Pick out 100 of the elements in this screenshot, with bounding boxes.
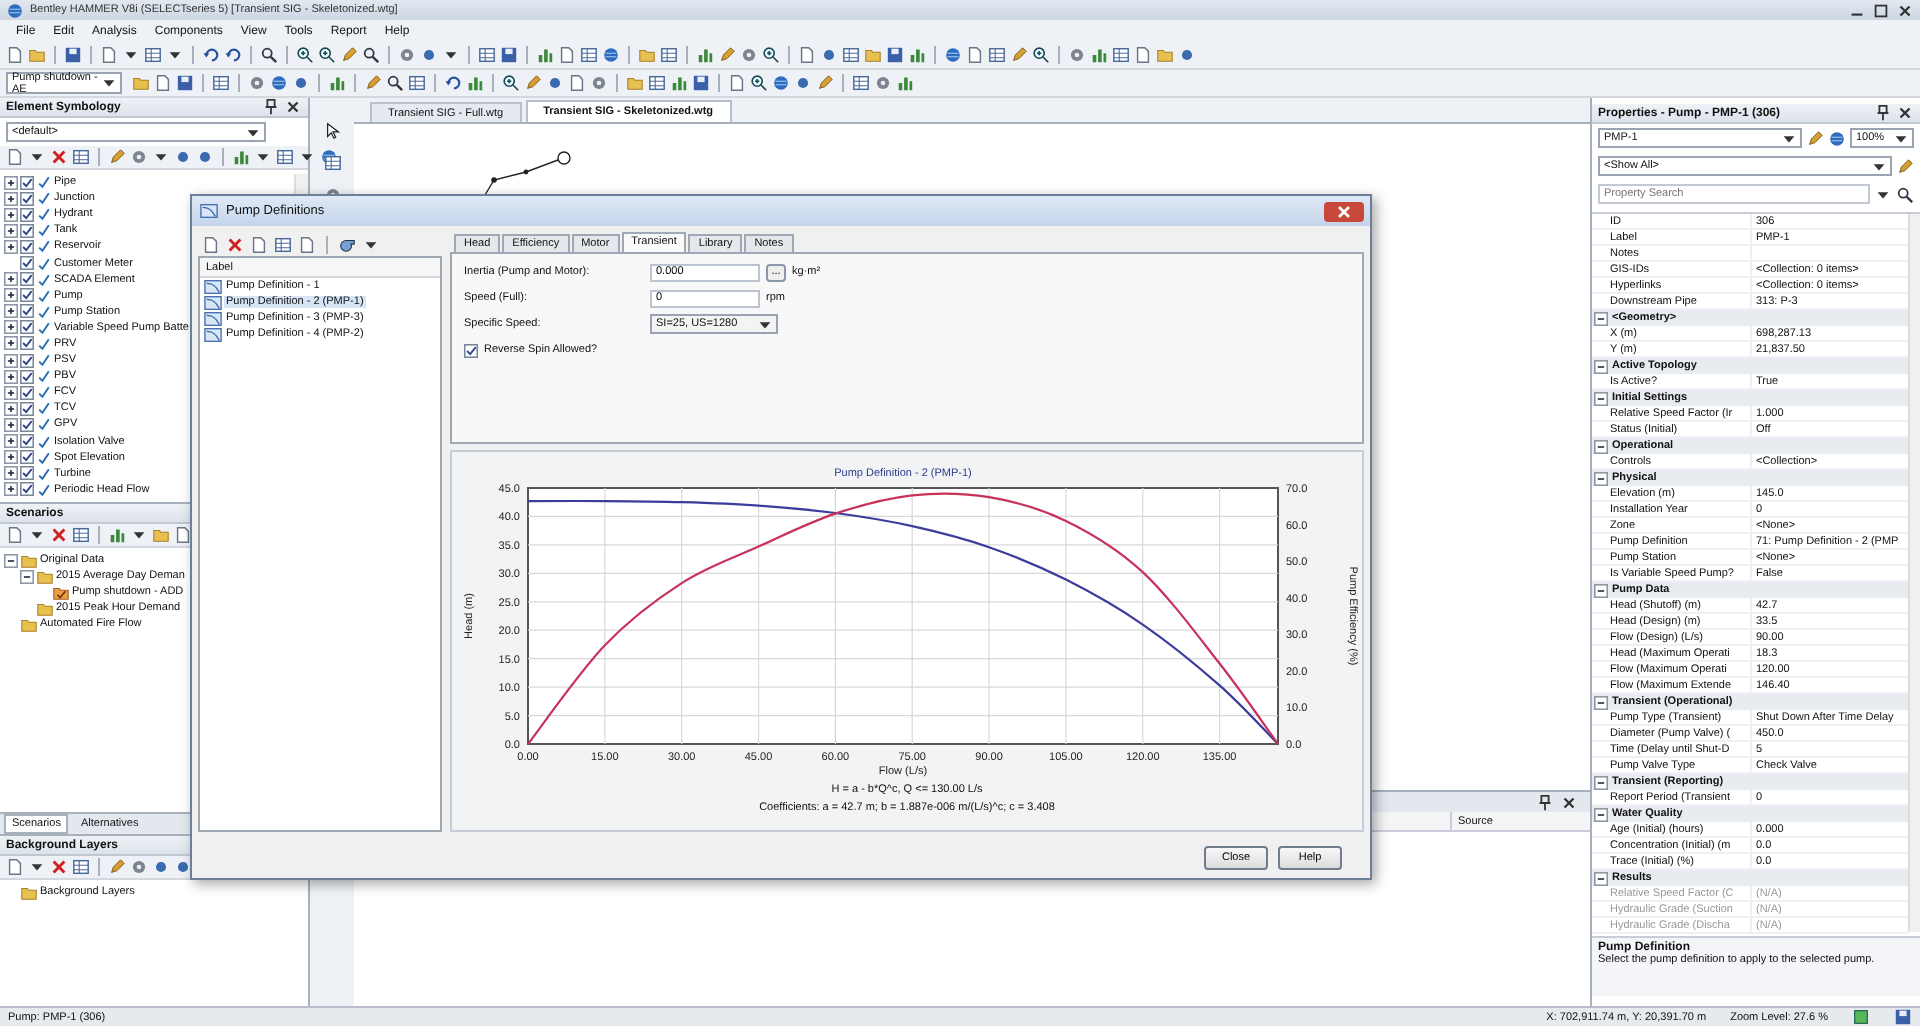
delete-icon[interactable] [50,148,68,166]
expand-icon[interactable] [4,353,18,368]
pencil-icon[interactable] [816,74,834,92]
expand-icon[interactable] [4,239,18,254]
expand-icon[interactable] [4,288,18,303]
expand-icon[interactable] [4,304,18,319]
collapse-icon[interactable] [4,553,18,568]
bar-chart-icon[interactable] [1090,46,1108,64]
checkbox[interactable] [20,450,34,465]
save-icon[interactable] [500,46,518,64]
gear-icon[interactable] [1068,46,1086,64]
close-icon[interactable] [1896,104,1914,122]
junction-icon[interactable] [546,74,564,92]
gear-icon[interactable] [248,74,266,92]
checkbox[interactable] [20,175,34,190]
scrollbar[interactable] [1908,214,1920,932]
checkbox[interactable] [20,417,34,432]
collapse-icon[interactable] [1594,311,1608,325]
expand-icon[interactable] [4,401,18,416]
table-icon[interactable] [842,46,860,64]
search-icon[interactable] [260,46,278,64]
pencil-icon[interactable] [1010,46,1028,64]
expand-icon[interactable] [4,175,18,190]
document-icon[interactable] [154,74,172,92]
pin-icon[interactable] [262,98,280,116]
table-icon[interactable] [72,148,90,166]
collapse-icon[interactable] [1594,583,1608,597]
pencil-icon[interactable] [718,46,736,64]
document-icon[interactable] [798,46,816,64]
collapse-icon[interactable] [1594,391,1608,405]
gear-icon[interactable] [130,858,148,876]
zoom-in-icon[interactable] [296,46,314,64]
document-icon[interactable] [1134,46,1152,64]
junction-icon[interactable] [420,46,438,64]
collapse-icon[interactable] [20,569,34,584]
document-icon[interactable] [100,46,118,64]
checkbox[interactable] [20,482,34,497]
close-icon[interactable] [284,98,302,116]
checkbox[interactable] [20,320,34,335]
checkbox[interactable] [20,466,34,481]
document-icon[interactable] [966,46,984,64]
bar-chart-icon[interactable] [108,526,126,544]
close-button[interactable] [1324,201,1364,221]
checkbox[interactable] [20,401,34,416]
expand-icon[interactable] [4,320,18,335]
search-icon[interactable] [386,74,404,92]
expand-icon[interactable] [4,385,18,400]
table-icon[interactable] [580,46,598,64]
pointer-icon[interactable] [323,122,341,140]
table-icon[interactable] [852,74,870,92]
collapse-icon[interactable] [1594,439,1608,453]
delete-icon[interactable] [50,526,68,544]
save-icon[interactable] [692,74,710,92]
bar-chart-icon[interactable] [466,74,484,92]
save-icon[interactable] [176,74,194,92]
pencil-icon[interactable] [1896,157,1914,175]
table-icon[interactable] [72,526,90,544]
document-icon[interactable] [6,46,24,64]
table-icon[interactable] [660,46,678,64]
pencil-icon[interactable] [1806,129,1824,147]
expand-icon[interactable] [4,336,18,351]
checkbox[interactable] [20,207,34,222]
checkbox[interactable] [20,304,34,319]
globe-icon[interactable] [1828,129,1846,147]
delete-icon[interactable] [50,858,68,876]
collapse-icon[interactable] [1594,807,1608,821]
bar-chart-icon[interactable] [536,46,554,64]
checkbox[interactable] [20,288,34,303]
expand-icon[interactable] [4,434,18,449]
bar-chart-icon[interactable] [908,46,926,64]
table-icon[interactable] [988,46,1006,64]
pin-icon[interactable] [1874,104,1892,122]
expand-icon[interactable] [4,207,18,222]
checkbox[interactable] [20,336,34,351]
document-icon[interactable] [6,148,24,166]
bar-chart-icon[interactable] [232,148,250,166]
collapse-icon[interactable] [1594,775,1608,789]
folder-icon[interactable] [28,46,46,64]
expand-icon[interactable] [4,191,18,206]
checkbox[interactable] [20,434,34,449]
zoom-in-icon[interactable] [750,74,768,92]
gear-icon[interactable] [590,74,608,92]
document-icon[interactable] [728,74,746,92]
folder-icon[interactable] [132,74,150,92]
expand-icon[interactable] [4,417,18,432]
save-icon[interactable] [886,46,904,64]
checkbox[interactable] [20,256,34,271]
zoom-in-icon[interactable] [318,46,336,64]
checkbox[interactable] [20,272,34,287]
collapse-icon[interactable] [1594,471,1608,485]
junction-icon[interactable] [292,74,310,92]
table-icon[interactable] [648,74,666,92]
expand-icon[interactable] [4,272,18,287]
checkbox[interactable] [20,223,34,238]
table-icon[interactable] [478,46,496,64]
globe-icon[interactable] [944,46,962,64]
expand-icon[interactable] [4,482,18,497]
table-icon[interactable] [144,46,162,64]
expand-icon[interactable] [4,450,18,465]
expand-icon[interactable] [4,466,18,481]
